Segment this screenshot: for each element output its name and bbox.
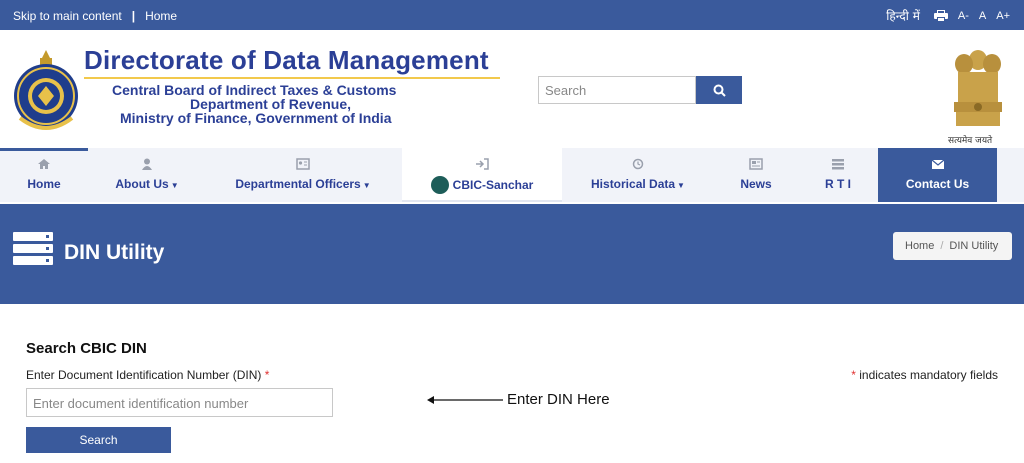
header-search-button[interactable] — [696, 76, 742, 104]
din-hint-text: Enter DIN Here — [507, 391, 610, 408]
topbar-home-link[interactable]: Home — [145, 9, 177, 23]
chevron-down-icon: ▼ — [170, 181, 179, 190]
din-label-text: Enter Document Identification Number (DI… — [26, 368, 262, 382]
required-asterisk: * — [264, 368, 270, 382]
site-header: Directorate of Data Management Central B… — [0, 30, 1024, 148]
topbar-separator: | — [131, 9, 136, 23]
breadcrumb-home-link[interactable]: Home — [905, 240, 934, 252]
user-icon — [142, 158, 152, 170]
top-utility-bar: Skip to main content | Home हिन्दी में A… — [0, 0, 1024, 30]
din-field-label: Enter Document Identification Number (DI… — [26, 368, 269, 382]
chevron-down-icon: ▼ — [362, 181, 371, 190]
font-normal-button[interactable]: A — [979, 10, 986, 22]
site-subtitle-ministry: Ministry of Finance, Government of India — [120, 110, 392, 126]
page-title: DIN Utility — [64, 241, 165, 264]
chevron-down-icon: ▼ — [677, 181, 685, 190]
nav-item-news[interactable]: News — [722, 148, 790, 202]
nav-item-contact-us[interactable]: Contact Us — [878, 148, 997, 202]
breadcrumb: Home / DIN Utility — [893, 232, 1012, 260]
nav-item-about-us[interactable]: About Us ▼ — [100, 148, 194, 202]
id-card-icon — [296, 158, 310, 170]
breadcrumb-separator: / — [940, 240, 944, 252]
nav-item-home[interactable]: Home — [0, 148, 88, 202]
skip-to-main-link[interactable]: Skip to main content — [13, 9, 122, 23]
page-banner: DIN Utility — [0, 204, 1024, 304]
nav-label-news: News — [740, 177, 772, 191]
nav-item-rti[interactable]: R T I — [806, 148, 870, 202]
form-heading: Search CBIC DIN — [26, 340, 147, 357]
search-icon — [713, 84, 726, 97]
nav-label-rti: R T I — [825, 177, 851, 191]
nav-label-historical-data: Historical Data — [591, 177, 676, 191]
font-increase-button[interactable]: A+ — [996, 10, 1010, 22]
arrow-left-icon — [427, 395, 503, 404]
newspaper-icon — [749, 158, 763, 170]
nav-label-departmental-officers: Departmental Officers — [235, 177, 361, 191]
din-input[interactable]: Enter document identification number — [26, 388, 333, 417]
nav-item-cbic-sanchar[interactable]: CBIC-Sanchar — [402, 148, 562, 202]
required-asterisk: * — [851, 368, 856, 382]
nav-item-departmental-officers[interactable]: Departmental Officers ▼ — [214, 148, 392, 202]
main-navigation: Home About Us ▼ Departmental Officers ▼ CB… — [0, 148, 1024, 202]
login-icon — [476, 158, 489, 170]
header-search-input[interactable]: Search — [538, 76, 696, 104]
site-title[interactable]: Directorate of Data Management — [84, 45, 489, 76]
cbic-logo[interactable] — [12, 48, 80, 136]
home-icon — [38, 159, 50, 169]
title-underline — [84, 77, 500, 79]
emblem-caption: सत्यमेव जयते — [948, 136, 993, 146]
envelope-icon — [931, 159, 944, 169]
print-icon[interactable] — [933, 9, 948, 22]
din-hint: Enter DIN Here — [427, 391, 610, 408]
mandatory-fields-note: * indicates mandatory fields — [851, 368, 998, 382]
nav-label-about-us: About Us — [115, 177, 169, 191]
hindi-language-link[interactable]: हिन्दी में — [886, 7, 920, 24]
din-search-button[interactable]: Search — [26, 427, 171, 453]
nav-label-contact-us: Contact Us — [905, 177, 970, 191]
breadcrumb-current: DIN Utility — [949, 240, 999, 252]
history-icon — [632, 158, 644, 170]
list-icon — [832, 159, 844, 170]
font-decrease-button[interactable]: A- — [958, 10, 969, 22]
server-icon — [13, 232, 53, 266]
nav-item-historical-data[interactable]: Historical Data ▼ — [574, 148, 702, 202]
national-emblem — [954, 50, 1002, 126]
nav-label-home: Home — [27, 177, 61, 191]
cbic-sanchar-logo — [430, 176, 449, 194]
nav-label-cbic-sanchar: CBIC-Sanchar — [452, 178, 534, 193]
mandatory-note-text: indicates mandatory fields — [859, 368, 998, 382]
